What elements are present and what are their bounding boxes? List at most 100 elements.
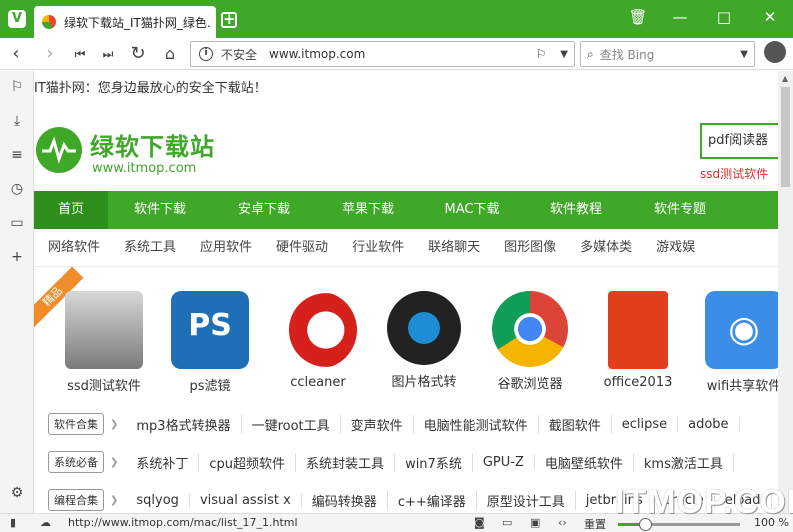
downloads-icon[interactable]: ⤓ — [7, 111, 27, 131]
code-icon[interactable]: ‹› — [558, 516, 567, 529]
tag-link[interactable]: cpu超频软件 — [199, 452, 297, 472]
app-card[interactable]: ccleaner — [268, 281, 368, 390]
user-avatar-icon[interactable] — [764, 41, 786, 63]
nav-software[interactable]: 软件下载 — [108, 191, 212, 229]
category-link[interactable]: 游戏娱 — [656, 229, 695, 266]
tag-link[interactable]: win7系统 — [395, 452, 473, 472]
tag-link[interactable]: 系统补丁 — [126, 452, 200, 472]
chevron-down-icon[interactable]: ▼ — [560, 49, 568, 60]
nav-apple[interactable]: 苹果下载 — [316, 191, 420, 229]
search-engine-dropdown-icon[interactable]: ▼ — [740, 49, 748, 60]
tag-link[interactable]: 原型设计工具 — [477, 490, 576, 510]
app-card[interactable]: 谷歌浏览器 — [480, 281, 580, 392]
search-input[interactable]: 查找 Bing — [600, 46, 655, 63]
zoom-reset-button[interactable]: 重置 — [584, 516, 606, 532]
app-card[interactable]: ◉ wifi共享软件 — [694, 281, 778, 394]
tag-link[interactable]: 系统封装工具 — [296, 452, 396, 472]
tag-link[interactable]: adobe — [678, 416, 740, 432]
tag-link[interactable]: visual assist x — [190, 492, 302, 508]
ssd-icon — [65, 291, 143, 369]
category-link[interactable]: 系统工具 — [124, 229, 176, 266]
reload-icon[interactable]: ↻ — [126, 42, 150, 66]
first-page-icon[interactable]: ⏮ — [68, 42, 92, 66]
active-tab[interactable]: 绿软下载站_IT猫扑网_绿色… — [34, 6, 216, 38]
tag-label: 系统必备 — [48, 451, 104, 473]
office-icon — [608, 291, 668, 369]
search-box[interactable]: ⌕ 查找 Bing ▼ — [580, 41, 755, 67]
site-search-input[interactable]: pdf阅读器 — [700, 123, 778, 159]
settings-gear-icon[interactable]: ⚙ — [7, 483, 27, 503]
zoom-slider[interactable] — [618, 518, 740, 531]
bookmarks-icon[interactable]: ⚐ — [7, 77, 27, 97]
cloud-sync-icon[interactable]: ☁ — [40, 516, 51, 529]
nav-mac[interactable]: MAC下载 — [420, 191, 524, 229]
notes-icon[interactable]: ≡ — [7, 145, 27, 165]
tag-link[interactable]: mp3格式转换器 — [126, 414, 242, 434]
nav-home[interactable]: 首页 — [34, 191, 108, 229]
close-window-button[interactable]: ✕ — [758, 8, 782, 26]
app-card[interactable]: office2013 — [588, 281, 688, 390]
maximize-button[interactable]: □ — [712, 8, 736, 26]
tag-link[interactable]: 截图软件 — [539, 414, 612, 434]
forward-icon[interactable]: › — [38, 42, 62, 66]
tag-row: 软件合集 ❯ mp3格式转换器 一键root工具 变声软件 电脑性能测试软件 截… — [48, 409, 740, 439]
tag-link[interactable]: c++编译器 — [388, 490, 477, 510]
nav-topics[interactable]: 软件专题 — [628, 191, 732, 229]
convert-icon — [387, 291, 461, 365]
tag-link[interactable]: 编码转换器 — [302, 490, 388, 510]
security-label: 不安全 — [221, 47, 258, 62]
tag-link[interactable]: 一键root工具 — [242, 414, 341, 434]
address-bar[interactable]: i 不安全 www.itmop.com ⚐ ▼ — [190, 41, 575, 67]
scroll-up-icon[interactable]: ▲ — [782, 74, 788, 83]
window-panel-icon[interactable]: ▭ — [7, 213, 27, 233]
search-icon: ⌕ — [587, 46, 594, 61]
trash-icon[interactable]: 🗑 — [626, 8, 650, 26]
category-link[interactable]: 联络聊天 — [428, 229, 480, 266]
tag-link[interactable]: 电脑性能测试软件 — [414, 414, 539, 434]
tag-link[interactable]: GPU-Z — [473, 454, 535, 470]
bookmark-icon[interactable]: ⚐ — [536, 47, 547, 61]
app-card[interactable]: PS ps滤镜 — [160, 281, 260, 394]
tag-link[interactable]: kms激活工具 — [634, 452, 734, 472]
nav-android[interactable]: 安卓下载 — [212, 191, 316, 229]
app-label: ccleaner — [290, 375, 346, 390]
app-card[interactable]: 图片格式转 — [374, 281, 474, 390]
category-link[interactable]: 应用软件 — [200, 229, 252, 266]
hot-search-link[interactable]: ssd测试软件 — [700, 165, 768, 182]
home-icon[interactable]: ⌂ — [158, 42, 182, 66]
vertical-scrollbar[interactable]: ▲ — [778, 71, 793, 513]
category-link[interactable]: 硬件驱动 — [276, 229, 328, 266]
category-nav: 网络软件 系统工具 应用软件 硬件驱动 行业软件 联络聊天 图形图像 多媒体类 … — [34, 229, 778, 267]
browser-logo-icon[interactable]: V — [8, 10, 26, 28]
app-label: ps滤镜 — [189, 379, 231, 394]
window-icon[interactable]: ▭ — [502, 516, 512, 529]
category-link[interactable]: 多媒体类 — [580, 229, 632, 266]
new-tab-button[interactable]: + — [221, 12, 237, 28]
tag-link[interactable]: 电脑壁纸软件 — [535, 452, 634, 472]
category-link[interactable]: 图形图像 — [504, 229, 556, 266]
nav-tutorials[interactable]: 软件教程 — [524, 191, 628, 229]
address-input[interactable]: www.itmop.com — [269, 47, 536, 61]
app-card[interactable]: ssd测试软件 — [54, 281, 154, 394]
tag-label: 软件合集 — [48, 413, 104, 435]
last-page-icon[interactable]: ⏭ — [96, 42, 120, 66]
camera-icon[interactable]: ◙ — [474, 516, 485, 529]
tag-link[interactable]: sqlyog — [126, 492, 190, 508]
add-panel-icon[interactable]: + — [7, 247, 27, 267]
tag-label: 编程合集 — [48, 489, 104, 511]
site-logo-icon[interactable] — [36, 127, 82, 173]
app-label: office2013 — [603, 375, 673, 390]
panel-toggle-icon[interactable]: ▮ — [10, 516, 16, 529]
minimize-button[interactable]: — — [668, 8, 692, 26]
featured-apps: 精品 ssd测试软件 PS ps滤镜 ccleaner 图片格式转 谷歌浏览器 … — [34, 266, 778, 399]
scrollbar-thumb[interactable] — [781, 87, 790, 187]
info-icon[interactable]: i — [199, 47, 213, 61]
tag-link[interactable]: eclipse — [612, 416, 679, 432]
tag-link[interactable]: 变声软件 — [341, 414, 414, 434]
back-icon[interactable]: ‹ — [4, 42, 28, 66]
history-icon[interactable]: ◷ — [7, 179, 27, 199]
image-icon[interactable]: ▣ — [530, 516, 540, 529]
category-link[interactable]: 网络软件 — [48, 229, 100, 266]
site-logo-name[interactable]: 绿软下载站 — [90, 127, 215, 162]
category-link[interactable]: 行业软件 — [352, 229, 404, 266]
